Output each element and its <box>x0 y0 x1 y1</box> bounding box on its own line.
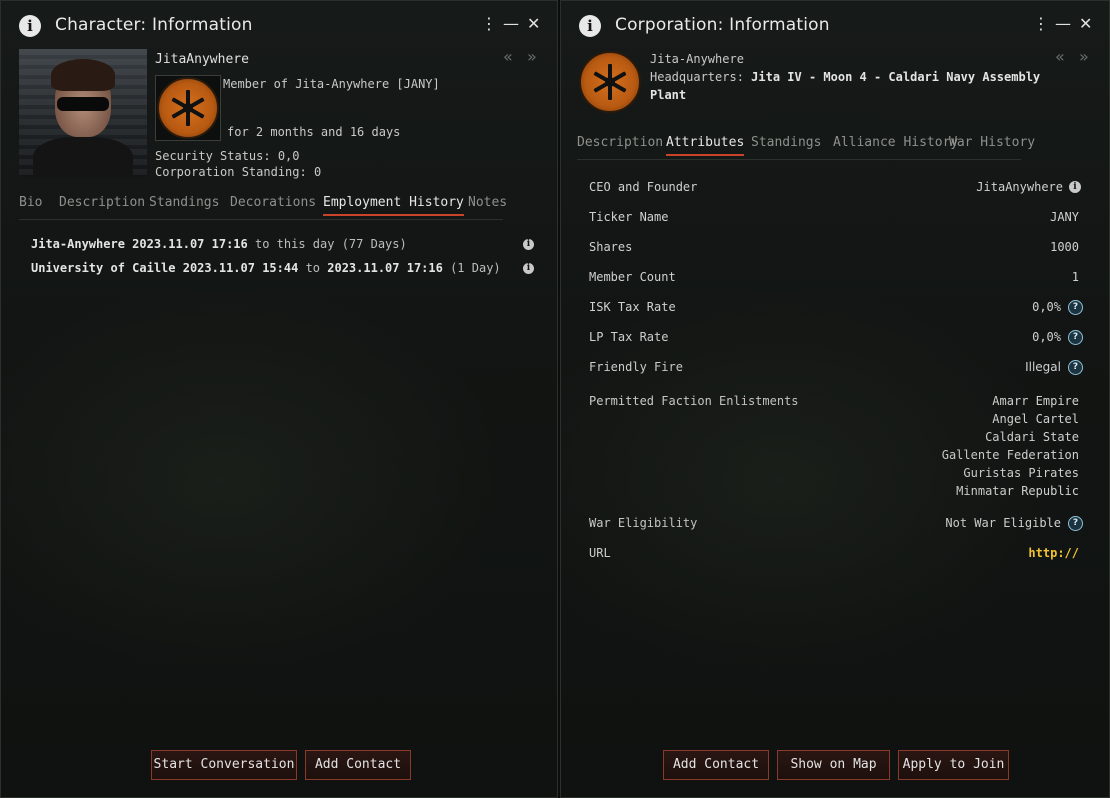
employment-row[interactable]: University of Caille 2023.11.07 15:44 to… <box>31 261 501 275</box>
employment-corp[interactable]: University of Caille <box>31 261 176 275</box>
tab-standings[interactable]: Standings <box>751 135 821 150</box>
corporation-name: Jita-Anywhere <box>650 52 744 66</box>
corp-logo-large[interactable] <box>579 51 641 113</box>
corp-logo-icon <box>579 51 641 113</box>
menu-icon[interactable]: ⋮ <box>1033 14 1049 33</box>
help-icon[interactable]: ? <box>1068 300 1083 315</box>
character-titlebar[interactable]: i Character: Information ⋮ — ✕ <box>1 1 557 51</box>
minimize-icon[interactable]: — <box>1055 14 1071 33</box>
shares-label: Shares <box>589 240 633 254</box>
faction-item: Amarr Empire <box>992 394 1079 408</box>
url-label: URL <box>589 546 611 560</box>
headquarters-value-cont[interactable]: Plant <box>650 88 686 102</box>
start-conversation-button[interactable]: Start Conversation <box>151 750 297 780</box>
url-link[interactable]: http:// <box>1028 546 1079 560</box>
minimize-icon[interactable]: — <box>503 14 519 33</box>
add-contact-button[interactable]: Add Contact <box>305 750 411 780</box>
corp-logo-frame[interactable] <box>155 75 221 141</box>
faction-item: Guristas Pirates <box>963 466 1079 480</box>
back-arrow-icon[interactable]: « <box>503 47 513 66</box>
info-icon: i <box>19 15 41 37</box>
tab-attributes[interactable]: Attributes <box>666 135 745 156</box>
employment-corp[interactable]: Jita-Anywhere <box>31 237 125 251</box>
tab-description[interactable]: Description <box>59 195 145 210</box>
ceo-value[interactable]: JitaAnywhere <box>976 180 1063 194</box>
tab-alliance-history[interactable]: Alliance History <box>833 135 958 150</box>
member-of-text: Member of Jita-Anywhere [JANY] <box>223 77 440 91</box>
faction-item: Angel Cartel <box>992 412 1079 426</box>
headquarters-value[interactable]: Jita IV - Moon 4 - Caldari Navy Assembly <box>751 70 1040 84</box>
corporation-standing-text: Corporation Standing: 0 <box>155 165 322 179</box>
headquarters-label: Headquarters: <box>650 70 744 84</box>
security-status-text: Security Status: 0,0 <box>155 149 300 163</box>
employment-start: 2023.11.07 17:16 <box>132 237 248 251</box>
member-duration-text: for 2 months and 16 days <box>227 125 401 139</box>
help-icon[interactable]: ? <box>1068 516 1083 531</box>
tab-standings[interactable]: Standings <box>149 195 219 210</box>
war-eligibility-label: War Eligibility <box>589 516 698 530</box>
character-tabs: Bio Description Standings Decorations Em… <box>19 195 507 220</box>
window-title: Corporation: Information <box>615 15 830 35</box>
headquarters-line: Headquarters: Jita IV - Moon 4 - Caldari… <box>650 70 1040 84</box>
employment-start: 2023.11.07 15:44 <box>182 261 299 275</box>
close-icon[interactable]: ✕ <box>527 14 540 33</box>
tab-war-history[interactable]: War History <box>949 135 1035 150</box>
ticker-value: JANY <box>1050 210 1079 224</box>
show-on-map-button[interactable]: Show on Map <box>777 750 890 780</box>
tab-bio[interactable]: Bio <box>19 195 42 210</box>
back-arrow-icon[interactable]: « <box>1055 47 1065 66</box>
ticker-label: Ticker Name <box>589 210 669 224</box>
tab-employment-history[interactable]: Employment History <box>323 195 464 216</box>
tab-notes[interactable]: Notes <box>468 195 507 210</box>
employment-end: this day <box>276 237 335 251</box>
employment-end: 2023.11.07 17:16 <box>327 261 443 275</box>
employment-duration: (77 Days) <box>341 237 407 251</box>
help-icon[interactable]: ? <box>1068 330 1083 345</box>
help-icon[interactable]: ? <box>1068 360 1083 375</box>
tab-description[interactable]: Description <box>577 135 663 150</box>
close-icon[interactable]: ✕ <box>1079 14 1092 33</box>
faction-item: Gallente Federation <box>941 448 1079 462</box>
isk-tax-label: ISK Tax Rate <box>589 300 676 314</box>
character-info-window: i Character: Information ⋮ — ✕ « » JitaA… <box>0 0 558 798</box>
employment-to: to <box>305 261 321 275</box>
apply-to-join-button[interactable]: Apply to Join <box>898 750 1009 780</box>
shares-value: 1000 <box>1050 240 1079 254</box>
lp-tax-label: LP Tax Rate <box>589 330 669 344</box>
add-contact-button[interactable]: Add Contact <box>663 750 769 780</box>
friendly-fire-label: Friendly Fire <box>589 360 683 374</box>
faction-item: Minmatar Republic <box>956 484 1079 498</box>
isk-tax-value: 0,0% <box>1032 300 1061 314</box>
tab-decorations[interactable]: Decorations <box>230 195 316 210</box>
window-title: Character: Information <box>55 15 253 35</box>
ceo-label: CEO and Founder <box>589 180 698 194</box>
corporation-titlebar[interactable]: i Corporation: Information ⋮ — ✕ <box>561 1 1109 51</box>
faction-item: Caldari State <box>985 430 1079 444</box>
friendly-fire-value: Illegal <box>1025 360 1061 374</box>
character-portrait[interactable] <box>19 49 147 177</box>
employment-to: to <box>254 237 270 251</box>
info-icon: i <box>579 15 601 37</box>
war-eligibility-value: Not War Eligible <box>945 516 1061 530</box>
corporation-tabs: Description Attributes Standings Allianc… <box>577 135 1035 160</box>
member-count-label: Member Count <box>589 270 676 284</box>
info-icon[interactable]: i <box>523 239 534 250</box>
forward-arrow-icon[interactable]: » <box>527 47 537 66</box>
employment-row[interactable]: Jita-Anywhere 2023.11.07 17:16 to this d… <box>31 237 407 251</box>
lp-tax-value: 0,0% <box>1032 330 1061 344</box>
enlistments-label: Permitted Faction Enlistments <box>589 394 799 408</box>
info-icon[interactable]: i <box>1069 181 1081 193</box>
info-icon[interactable]: i <box>523 263 534 274</box>
member-count-value: 1 <box>1071 270 1079 284</box>
forward-arrow-icon[interactable]: » <box>1079 47 1089 66</box>
menu-icon[interactable]: ⋮ <box>481 14 497 33</box>
character-name: JitaAnywhere <box>155 52 249 67</box>
corp-logo-icon <box>157 77 219 139</box>
corporation-info-window: i Corporation: Information ⋮ — ✕ « » Jit… <box>560 0 1110 798</box>
employment-duration: (1 Day) <box>450 261 501 275</box>
